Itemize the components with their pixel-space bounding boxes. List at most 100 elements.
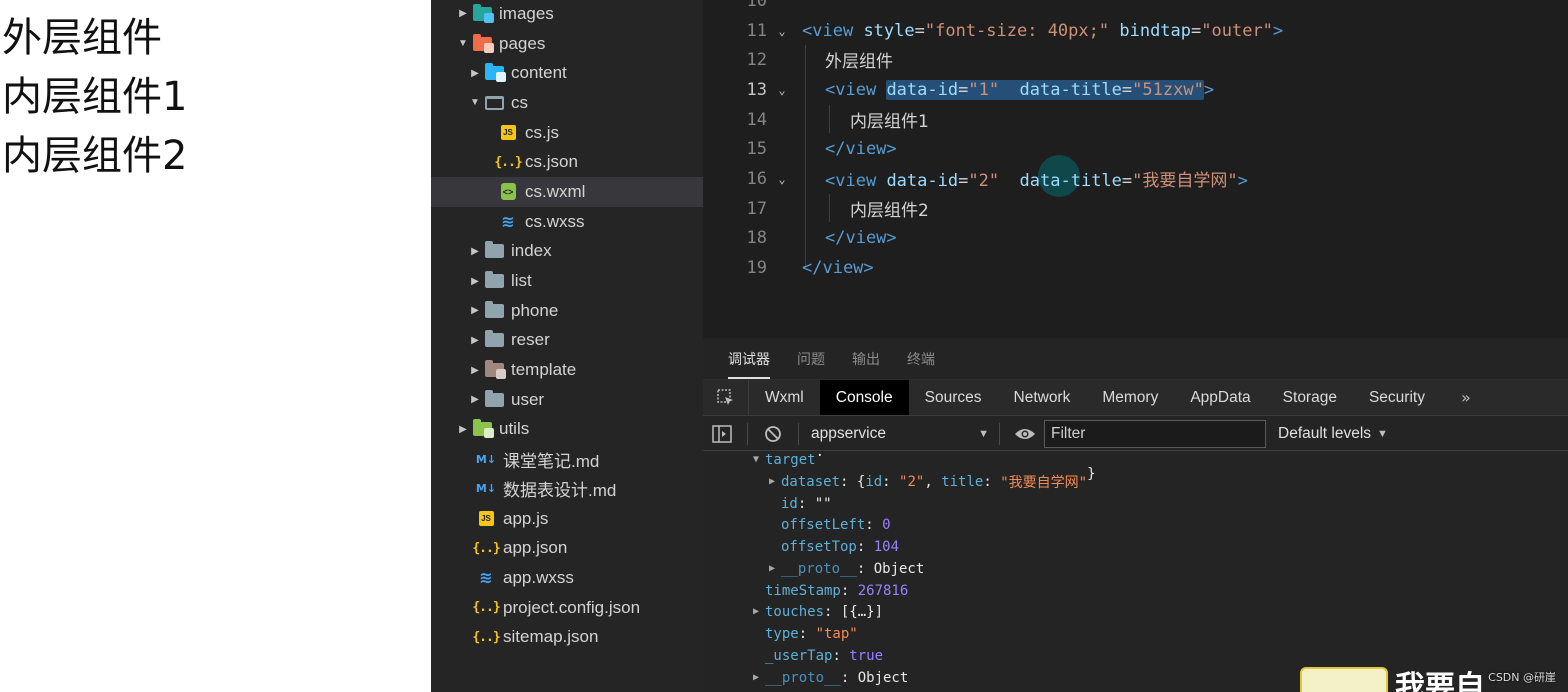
chevron-right-icon[interactable]: ▶ [467,362,483,378]
tree-item-label: cs.wxss [525,211,585,231]
tree-item-label: pages [499,33,546,53]
chevron-right-icon[interactable]: ▶ [467,303,483,319]
devtools-tab-memory[interactable]: Memory [1086,380,1174,415]
tree-item-sitemap-json[interactable]: {..} sitemap.json [431,622,703,652]
devtools-tab-storage[interactable]: Storage [1267,380,1353,415]
code-token: data-id [886,79,959,100]
chevron-right-icon[interactable]: ▶ [467,392,483,408]
wxss-file-icon: ≋ [501,212,515,232]
tree-item-images[interactable]: ▶ images [431,0,703,29]
chevron-right-icon[interactable]: ▶ [467,273,483,289]
tree-item-utils[interactable]: ▶ utils [431,415,703,445]
json-file-icon: {..} [472,629,500,645]
tree-item-cs-json[interactable]: {..} cs.json [431,147,703,177]
devtools-tab-console[interactable]: Console [819,380,909,415]
bottom-panel: 调试器 问题 输出 终端 Wxml Console Sources Networ… [703,338,1568,692]
tree-item-list[interactable]: ▶ list [431,266,703,296]
chevron-right-icon[interactable]: ▶ [467,332,483,348]
tab-terminal[interactable]: 终端 [907,349,935,379]
tree-item-content[interactable]: ▶ content [431,58,703,88]
wxss-file-icon: ≋ [479,568,493,588]
console-output: ▼ target: ▶ dataset: {id: "2", title: "我要自… [703,451,1568,692]
tree-item-schema-md[interactable]: M↓ 数据表设计.md [431,474,703,504]
line-number: 15 [746,138,767,159]
tab-problems[interactable]: 问题 [797,349,825,379]
clear-console-icon[interactable] [754,417,792,451]
code-token: </view> [825,227,897,248]
collapsed-triangle-icon[interactable]: ▶ [753,606,765,617]
tree-item-notes-md[interactable]: M↓ 课堂笔记.md [431,444,703,474]
tree-item-cs-wxss[interactable]: ≋ cs.wxss [431,207,703,237]
tab-output[interactable]: 输出 [852,349,880,379]
fold-chevron-icon[interactable]: ⌄ [767,24,797,38]
chevron-right-icon[interactable]: ▶ [455,421,471,437]
expanded-triangle-icon[interactable]: ▼ [753,454,765,465]
inner-component-1-text[interactable]: 内层组件1 [0,68,431,127]
tree-item-app-wxss[interactable]: ≋ app.wxss [431,563,703,593]
tab-debugger[interactable]: 调试器 [728,349,770,379]
object-property-dataset[interactable]: ▶ dataset: {id: "2", title: "我要自学网"} [769,466,1121,493]
code-line-14: 14 内层组件1 [703,105,1568,135]
sidebar-toggle-icon[interactable] [703,417,741,451]
object-property-proto-2[interactable]: ▶ __proto__: Object [753,667,908,689]
eye-icon[interactable] [1006,417,1044,451]
logo-text: 我要自 [1395,670,1485,692]
tree-item-label: 课堂笔记.md [503,451,600,471]
outer-component-text[interactable]: 外层组件 [0,9,431,68]
more-tabs-icon[interactable]: » [1441,380,1491,415]
object-property-offsettop: offsetTop: 104 [781,538,900,555]
object-property-proto[interactable]: ▶ __proto__: Object [769,558,924,580]
chevron-right-icon[interactable]: ▶ [455,6,471,22]
devtools-tab-security[interactable]: Security [1353,380,1441,415]
tree-item-label: utils [499,419,530,439]
inspect-element-icon[interactable] [703,380,749,415]
tree-item-label: index [511,241,552,261]
chevron-right-icon[interactable]: ▶ [467,243,483,259]
tree-item-label: app.js [503,508,549,528]
code-text: 内层组件2 [850,201,929,222]
tree-item-user[interactable]: ▶ user [431,385,703,415]
tree-item-cs-js[interactable]: JS cs.js [431,118,703,148]
devtools-tab-sources[interactable]: Sources [909,380,998,415]
code-token: > [1272,20,1284,41]
fold-chevron-icon[interactable]: ⌄ [767,172,797,186]
object-property-offsetleft: offsetLeft: 0 [781,516,891,533]
collapsed-triangle-icon[interactable]: ▶ [753,672,765,683]
fold-chevron-icon[interactable]: ⌄ [767,83,797,97]
object-property-touches[interactable]: ▶ touches: [{…}] [753,601,883,623]
devtools-tab-network[interactable]: Network [998,380,1087,415]
js-file-icon: JS [497,124,519,142]
tree-item-app-json[interactable]: {..} app.json [431,533,703,563]
devtools-tab-appdata[interactable]: AppData [1174,380,1266,415]
line-number: 13 [746,79,767,100]
collapsed-triangle-icon[interactable]: ▶ [769,476,781,487]
tree-item-cs[interactable]: ▼ cs [431,88,703,118]
tree-item-label: sitemap.json [503,627,599,647]
object-property-type: type: "tap" [765,625,858,642]
filter-input[interactable] [1044,419,1266,448]
tree-item-index[interactable]: ▶ index [431,237,703,267]
chevron-down-icon[interactable]: ▼ [467,95,483,111]
object-property-target[interactable]: ▼ target: [753,451,849,471]
tree-item-label: template [511,360,577,380]
tree-item-template[interactable]: ▶ template [431,355,703,385]
collapsed-triangle-icon[interactable]: ▶ [769,563,781,574]
chevron-right-icon[interactable]: ▶ [467,65,483,81]
code-token: data-title [1019,79,1122,100]
folder-icon [483,241,505,260]
tree-item-project-config-json[interactable]: {..} project.config.json [431,593,703,623]
chevron-down-icon[interactable]: ▼ [455,36,471,52]
tree-item-pages[interactable]: ▼ pages [431,29,703,59]
tree-item-label: list [511,271,532,291]
inner-component-2-text[interactable]: 内层组件2 [0,127,431,186]
tree-item-app-js[interactable]: JS app.js [431,504,703,534]
code-line-12: 12 外层组件 [703,45,1568,75]
tree-item-phone[interactable]: ▶ phone [431,296,703,326]
log-levels-dropdown[interactable]: Default levels ▼ [1278,425,1388,443]
devtools-tab-wxml[interactable]: Wxml [749,380,820,415]
code-editor[interactable]: 10 11 ⌄ <view style="font-size: 40px;" b… [703,0,1568,338]
context-selector[interactable]: appservice ▼ [805,421,993,447]
tree-item-cs-wxml[interactable]: <> cs.wxml [431,177,703,207]
tree-item-reser[interactable]: ▶ reser [431,326,703,356]
object-property-timestamp: timeStamp: 267816 [765,582,909,599]
